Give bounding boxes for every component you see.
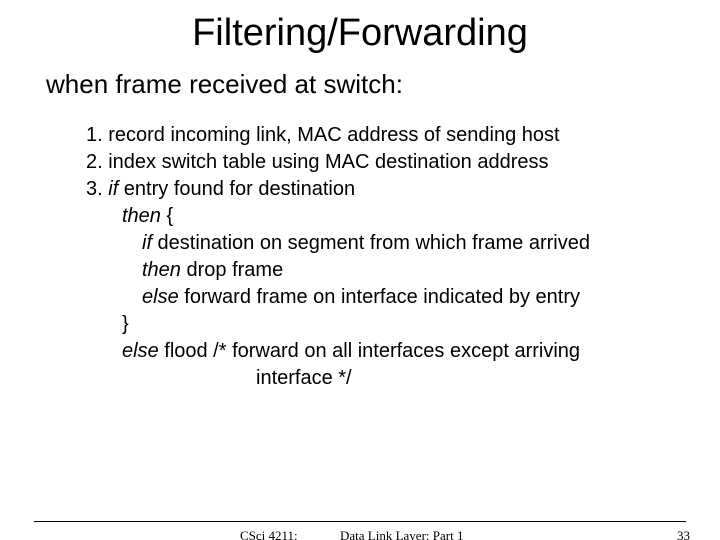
step-2: 2. index switch table using MAC destinat…: [86, 149, 720, 176]
inner-then-rest: drop frame: [181, 259, 283, 281]
slide-subtitle: when frame received at switch:: [46, 69, 720, 100]
step-3-rest: entry found for destination: [118, 178, 355, 200]
step-1: 1. record incoming link, MAC address of …: [86, 122, 720, 149]
inner-then: then drop frame: [142, 257, 720, 284]
slide-content: 1. record incoming link, MAC address of …: [86, 122, 720, 392]
footer-course: CSci 4211:: [240, 528, 298, 540]
slide: Filtering/Forwarding when frame received…: [0, 12, 720, 540]
footer-page-number: 33: [677, 528, 690, 540]
inner-if-rest: destination on segment from which frame …: [152, 232, 590, 254]
then-brace: {: [161, 205, 173, 227]
inner-else-rest: forward frame on interface indicated by …: [179, 286, 580, 308]
flood-rest: flood /* forward on all interfaces excep…: [159, 340, 580, 362]
footer-divider: [34, 521, 686, 522]
keyword-then-inner: then: [142, 259, 181, 281]
footer-topic: Data Link Layer: Part 1: [340, 528, 463, 540]
flood-continuation: interface */: [256, 365, 720, 392]
keyword-then: then: [122, 205, 161, 227]
slide-title: Filtering/Forwarding: [0, 12, 720, 55]
slide-footer: CSci 4211: Data Link Layer: Part 1 33: [0, 521, 720, 528]
step-3: 3. if entry found for destination: [86, 176, 720, 203]
inner-if: if destination on segment from which fra…: [142, 230, 720, 257]
outer-else: else flood /* forward on all interfaces …: [122, 338, 720, 365]
then-open: then {: [122, 203, 720, 230]
step-3-prefix: 3.: [86, 178, 108, 200]
keyword-if: if: [108, 178, 118, 200]
inner-else: else forward frame on interface indicate…: [142, 284, 720, 311]
keyword-else-inner: else: [142, 286, 179, 308]
keyword-if-inner: if: [142, 232, 152, 254]
keyword-else: else: [122, 340, 159, 362]
close-brace: }: [122, 311, 720, 338]
